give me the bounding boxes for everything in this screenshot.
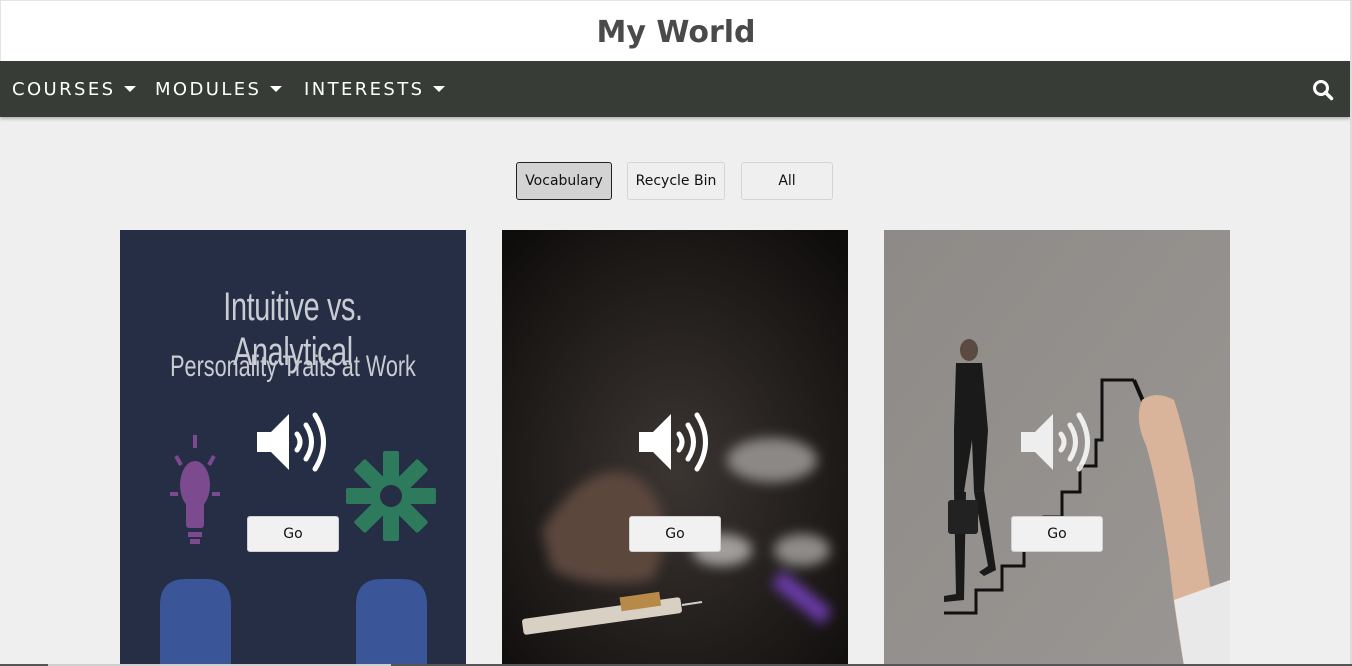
nav-interests-label: INTERESTS [304, 78, 425, 100]
main-navbar: COURSES MODULES INTERESTS [0, 61, 1350, 117]
caret-down-icon [433, 86, 446, 92]
filter-bar: Vocabulary Recycle Bin All [0, 162, 1350, 200]
nav-courses[interactable]: COURSES [12, 61, 137, 117]
module-card: Go [502, 230, 848, 666]
search-icon[interactable] [1312, 79, 1334, 101]
nav-modules[interactable]: MODULES [155, 61, 283, 117]
speaker-icon[interactable] [637, 410, 713, 474]
filter-vocabulary-button[interactable]: Vocabulary [516, 162, 612, 200]
nav-interests[interactable]: INTERESTS [304, 61, 446, 117]
filter-recycle-bin-button[interactable]: Recycle Bin [627, 162, 725, 200]
go-button[interactable]: Go [1011, 516, 1103, 552]
card-subtitle: Personality Traits at Work [170, 350, 416, 383]
speaker-icon[interactable] [255, 410, 331, 474]
nav-modules-label: MODULES [155, 78, 262, 100]
go-button[interactable]: Go [247, 516, 339, 552]
filter-all-button[interactable]: All [741, 162, 833, 200]
caret-down-icon [124, 86, 137, 92]
module-card: Intuitive vs. Analytical Personality Tra… [120, 230, 466, 666]
speaker-icon[interactable] [1019, 410, 1095, 474]
module-card: Go [884, 230, 1230, 666]
nav-courses-label: COURSES [12, 78, 116, 100]
caret-down-icon [270, 86, 283, 92]
site-title: My World [596, 14, 756, 50]
go-button[interactable]: Go [629, 516, 721, 552]
site-header: My World [0, 0, 1352, 61]
